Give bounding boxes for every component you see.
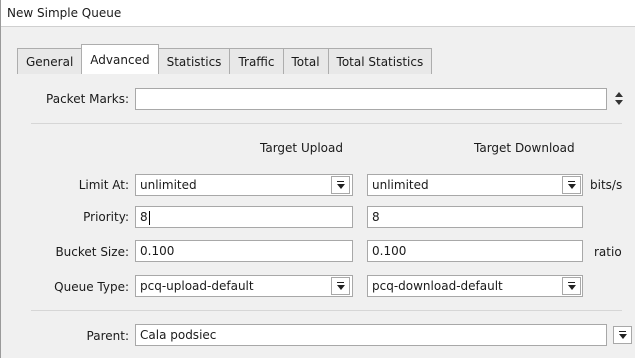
tab-general[interactable]: General [17, 48, 83, 74]
bucket-size-unit: ratio [594, 245, 622, 259]
tab-total-statistics[interactable]: Total Statistics [327, 48, 433, 74]
limit-at-upload-field[interactable]: unlimited [135, 174, 353, 196]
packet-marks-label: Packet Marks: [46, 92, 129, 106]
dropdown-arrow-icon [567, 180, 576, 190]
limit-at-label: Limit At: [78, 178, 129, 192]
limit-at-upload-dropdown[interactable] [331, 176, 350, 194]
window-titlebar[interactable]: New Simple Queue [1, 0, 635, 27]
advanced-panel: Packet Marks: Target Upload Target Downl… [17, 74, 635, 358]
queue-type-upload-dropdown[interactable] [331, 277, 350, 295]
limit-at-download-dropdown[interactable] [562, 176, 581, 194]
bucket-size-download-field[interactable]: 0.100 [367, 240, 583, 262]
tab-traffic[interactable]: Traffic [229, 48, 284, 74]
text-cursor [148, 210, 150, 225]
tab-advanced[interactable]: Advanced [81, 44, 159, 74]
bucket-size-upload-field[interactable]: 0.100 [135, 240, 353, 262]
separator [31, 310, 622, 311]
up-down-arrow-icon[interactable] [613, 92, 625, 106]
queue-type-upload-field[interactable]: pcq-upload-default [135, 275, 353, 297]
dropdown-arrow-icon [336, 281, 345, 291]
priority-label: Priority: [83, 210, 129, 224]
priority-upload-field[interactable]: 8 [135, 206, 353, 228]
queue-type-download-dropdown[interactable] [562, 277, 581, 295]
dropdown-arrow-icon [567, 281, 576, 291]
priority-download-field[interactable]: 8 [367, 206, 583, 228]
priority-upload-value: 8 [140, 210, 148, 224]
separator [31, 123, 622, 124]
limit-at-unit: bits/s [590, 178, 623, 192]
parent-field[interactable]: Cala podsiec [135, 324, 607, 346]
window-title: New Simple Queue [7, 6, 122, 20]
tab-total[interactable]: Total [282, 48, 329, 74]
parent-dropdown[interactable] [613, 326, 632, 344]
dropdown-arrow-icon [336, 180, 345, 190]
target-upload-header: Target Upload [260, 141, 343, 155]
tab-bar: General Advanced Statistics Traffic Tota… [17, 44, 433, 74]
parent-label: Parent: [86, 329, 129, 343]
bucket-size-label: Bucket Size: [55, 245, 129, 259]
dropdown-arrow-icon [618, 330, 627, 340]
queue-type-label: Queue Type: [54, 280, 129, 294]
target-download-header: Target Download [474, 141, 575, 155]
tab-statistics[interactable]: Statistics [157, 48, 231, 74]
packet-marks-field[interactable] [135, 88, 607, 110]
limit-at-download-field[interactable]: unlimited [367, 174, 583, 196]
queue-type-download-field[interactable]: pcq-download-default [367, 275, 583, 297]
new-simple-queue-window: New Simple Queue General Advanced Statis… [0, 0, 635, 358]
